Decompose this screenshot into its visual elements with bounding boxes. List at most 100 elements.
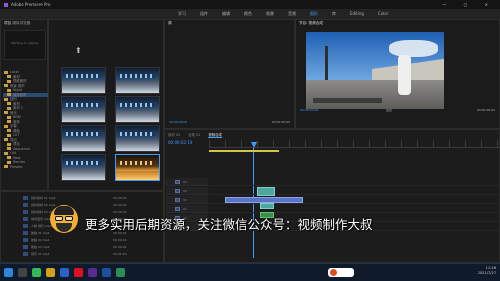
track-target-toggle[interactable] xyxy=(175,180,180,184)
track-lane[interactable] xyxy=(209,205,499,213)
folder-icon xyxy=(4,84,8,87)
project-tab[interactable]: 项目 媒体浏览器 xyxy=(1,20,47,27)
folder-icon xyxy=(7,147,11,150)
folder-label: BGM xyxy=(13,115,21,119)
track-target-toggle[interactable] xyxy=(175,189,180,193)
folder-icon xyxy=(7,115,11,119)
up-arrow-icon[interactable]: ⬆ xyxy=(75,46,82,55)
source-monitor: 源 00:00:00:00 00:00:05:00 xyxy=(164,19,295,129)
window-controls[interactable]: — ▢ ✕ xyxy=(442,0,496,9)
clip-icon xyxy=(23,245,28,249)
workspace-tab[interactable]: 音频 xyxy=(288,9,296,19)
file-duration: 00:00:04 xyxy=(113,245,127,249)
timeline-tab[interactable]: 合成 01 xyxy=(188,133,200,137)
media-thumbnail[interactable] xyxy=(61,154,106,181)
folder-label: 调色 xyxy=(13,128,20,133)
workspace-tab[interactable]: 效果 xyxy=(266,9,274,19)
source-tab[interactable]: 源 xyxy=(165,20,294,27)
folder-label: 素材 xyxy=(13,74,20,79)
workspace-tab[interactable]: 学习 xyxy=(178,9,186,19)
media-thumbnail[interactable] xyxy=(115,67,160,94)
folder-label: 视频素材 xyxy=(13,79,27,83)
workspace-tab[interactable]: 组件 xyxy=(200,9,208,19)
folder-icon xyxy=(4,111,8,114)
timeline-tabs: 序列 01 合成 01 视频合成 xyxy=(168,132,230,138)
timeline-tab[interactable]: 视频合成 xyxy=(208,133,222,138)
folder-icon[interactable] xyxy=(46,268,55,277)
clip-icon xyxy=(23,231,28,235)
folder-icon xyxy=(4,124,8,128)
program-timecode-duration: 00:00:06:00 xyxy=(476,108,495,112)
work-area-bar[interactable] xyxy=(209,150,279,152)
start-icon[interactable] xyxy=(4,268,13,277)
folder-label: 导出 xyxy=(10,137,17,142)
track-header[interactable] xyxy=(166,187,208,195)
video-clip-v2[interactable] xyxy=(260,203,274,209)
track-lane[interactable] xyxy=(209,187,499,195)
preview-empty: Nothing to display xyxy=(4,30,46,60)
workspace-tab[interactable]: 颜色 xyxy=(244,9,252,19)
folder-label: Sequence xyxy=(13,146,30,151)
track-target-toggle[interactable] xyxy=(175,198,180,202)
photoshop-icon[interactable] xyxy=(102,268,111,277)
video-clip-v1[interactable] xyxy=(257,187,275,196)
source-timecode-out: 00:00:05:00 xyxy=(271,120,290,124)
ime-indicator[interactable] xyxy=(328,268,354,277)
workspace-tab[interactable]: 图形 xyxy=(310,9,318,19)
folder-label: 项目 xyxy=(13,142,20,146)
title-bar: Adobe Premiere Pro — ▢ ✕ xyxy=(0,0,500,9)
folder-icon xyxy=(7,120,11,123)
media-thumbnail[interactable] xyxy=(61,96,106,123)
timeline-tab[interactable]: 序列 01 xyxy=(168,133,180,137)
app-icon-green[interactable] xyxy=(116,268,125,277)
timeline-timecode: 00:00:02:19 xyxy=(168,140,193,145)
system-tray-clock[interactable]: 11:26 2021/7/27 xyxy=(478,266,496,276)
folder-label: 素材 xyxy=(13,101,20,106)
track-lane[interactable] xyxy=(209,178,499,186)
clip-icon xyxy=(23,210,28,214)
search-icon[interactable] xyxy=(18,268,27,277)
track-header[interactable] xyxy=(166,205,208,213)
folder-icon xyxy=(7,142,11,146)
folder-label: Render xyxy=(13,160,26,164)
track-label: V3 xyxy=(183,180,187,184)
folder-icon xyxy=(4,151,8,155)
clip-icon xyxy=(23,224,28,228)
folder-icon xyxy=(4,165,8,168)
file-row[interactable]: 音乐 01.mp3 00:01:20 xyxy=(23,252,153,257)
wechat-icon[interactable] xyxy=(32,268,41,277)
track-header[interactable] xyxy=(166,178,208,186)
media-thumbnail[interactable] xyxy=(115,154,160,181)
track-target-toggle[interactable] xyxy=(175,207,180,211)
folder-icon xyxy=(7,133,11,137)
folder-icon xyxy=(7,160,11,164)
premiere-icon[interactable] xyxy=(88,268,97,277)
workspace-tab[interactable]: 编辑 xyxy=(222,9,230,19)
folder-item[interactable]: Presets xyxy=(3,165,48,170)
workspace-tab[interactable]: 库 xyxy=(332,9,336,19)
workspace-bar: 学习 组件 编辑 颜色 效果 音频 图形 库 Editing Color xyxy=(0,9,500,19)
folder-label: Presets xyxy=(10,164,23,169)
clip-icon xyxy=(23,217,28,221)
app-icon-red[interactable] xyxy=(74,268,83,277)
file-row[interactable]: 航拍 02.mp4 00:00:04 xyxy=(23,238,153,243)
folder-label: Local xyxy=(10,70,19,74)
media-thumbnail[interactable] xyxy=(61,125,106,152)
track-label: V2 xyxy=(183,189,187,193)
track-header[interactable] xyxy=(166,196,208,204)
media-thumbnail[interactable] xyxy=(115,96,160,123)
program-tab[interactable]: 节目: 视频合成 xyxy=(296,20,499,27)
preview-empty-text: Nothing to display xyxy=(11,41,39,45)
media-thumbnail[interactable] xyxy=(115,125,160,152)
folder-icon xyxy=(7,79,11,83)
browser-icon[interactable] xyxy=(60,268,69,277)
file-row[interactable]: 延时素材 01.mp4 00:00:05 xyxy=(23,196,153,201)
folder-icon xyxy=(7,156,11,159)
file-row[interactable]: 航拍 03.mp4 00:00:04 xyxy=(23,245,153,250)
workspace-tab[interactable]: Editing xyxy=(350,9,364,19)
workspace-tab[interactable]: Color xyxy=(378,9,388,19)
workspace-tabs: 学习 组件 编辑 颜色 效果 音频 图形 库 Editing Color xyxy=(178,9,402,19)
file-name: 延时素材 01.mp4 xyxy=(31,196,56,200)
media-thumbnail[interactable] xyxy=(61,67,106,94)
file-row[interactable]: 延时素材 02.mp4 00:00:05 xyxy=(23,203,153,208)
